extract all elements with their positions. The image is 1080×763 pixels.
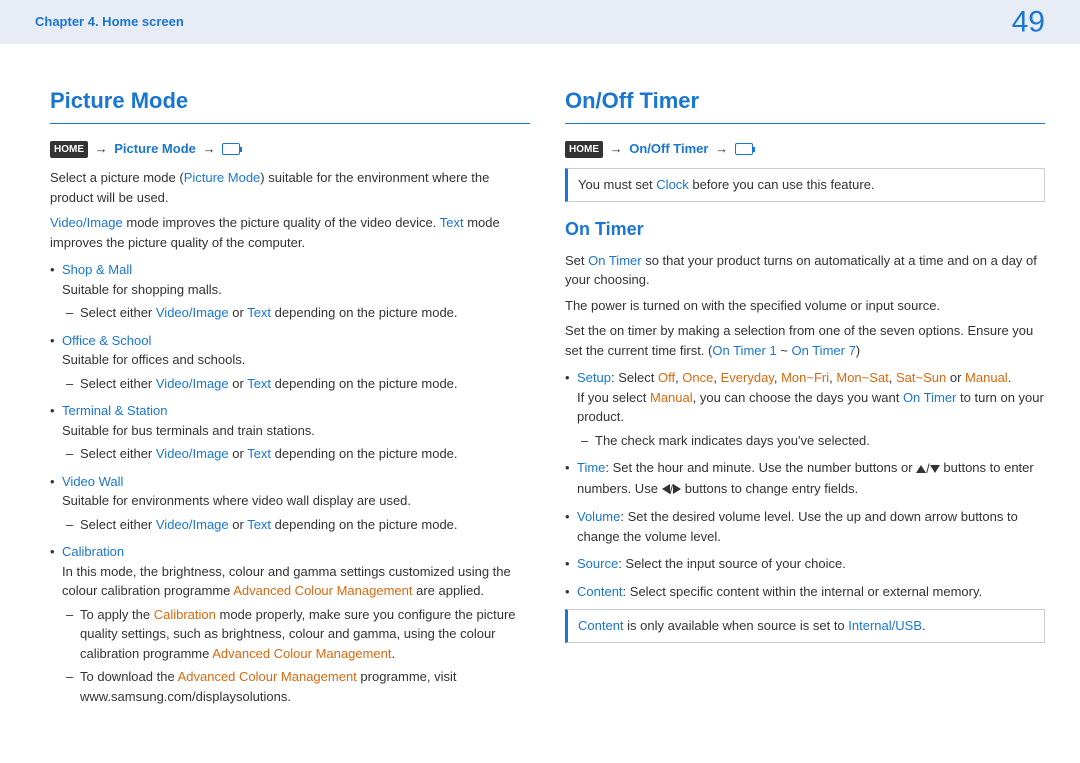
mode-calibration: Calibration In this mode, the brightness…: [62, 542, 530, 706]
picture-mode-nav: HOME → Picture Mode →: [50, 139, 530, 159]
clock-note: You must set Clock before you can use th…: [565, 168, 1045, 202]
home-icon: HOME: [50, 141, 88, 158]
onoff-timer-nav: HOME → On/Off Timer →: [565, 139, 1045, 159]
timer-time: Time: Set the hour and minute. Use the n…: [577, 458, 1045, 499]
mode-shop-mall-note: Select either Video/Image or Text depend…: [80, 303, 530, 323]
left-right-icon: /: [662, 480, 682, 500]
mode-terminal-note: Select either Video/Image or Text depend…: [80, 444, 530, 464]
right-column: On/Off Timer HOME → On/Off Timer → You m…: [565, 84, 1045, 707]
picture-mode-intro: Select a picture mode (Picture Mode) sui…: [50, 168, 530, 207]
on-timer-intro: Set On Timer so that your product turns …: [565, 251, 1045, 290]
mode-videowall-note: Select either Video/Image or Text depend…: [80, 515, 530, 535]
timer-options: Setup: Select Off, Once, Everyday, Mon~F…: [565, 368, 1045, 601]
enter-icon: [222, 143, 240, 155]
page-header: Chapter 4. Home screen 49: [0, 0, 1080, 44]
mode-office-note: Select either Video/Image or Text depend…: [80, 374, 530, 394]
enter-icon: [735, 143, 753, 155]
onoff-timer-heading: On/Off Timer: [565, 84, 1045, 124]
nav-picture-mode: Picture Mode: [114, 141, 196, 156]
calibration-apply-note: To apply the Calibration mode properly, …: [80, 605, 530, 664]
calibration-desc: In this mode, the brightness, colour and…: [62, 562, 530, 601]
on-timer-range: Set the on timer by making a selection f…: [565, 321, 1045, 360]
chapter-label: Chapter 4. Home screen: [35, 14, 184, 29]
arrow-icon: →: [203, 141, 216, 156]
timer-setup: Setup: Select Off, Once, Everyday, Mon~F…: [577, 368, 1045, 450]
arrow-icon: →: [715, 141, 728, 156]
mode-video-wall: Video Wall Suitable for environments whe…: [62, 472, 530, 535]
picture-mode-heading: Picture Mode: [50, 84, 530, 124]
page-number: 49: [1012, 0, 1045, 44]
timer-content: Content: Select specific content within …: [577, 582, 1045, 602]
up-down-icon: /: [916, 459, 940, 479]
content-area: Picture Mode HOME → Picture Mode → Selec…: [0, 44, 1080, 727]
arrow-icon: →: [610, 141, 623, 156]
mode-shop-mall: Shop & Mall Suitable for shopping malls.…: [62, 260, 530, 323]
calibration-download-note: To download the Advanced Colour Manageme…: [80, 667, 530, 706]
picture-mode-desc: Video/Image mode improves the picture qu…: [50, 213, 530, 252]
timer-setup-check: The check mark indicates days you've sel…: [595, 431, 1045, 451]
on-timer-subheading: On Timer: [565, 216, 1045, 243]
home-icon: HOME: [565, 141, 603, 158]
left-column: Picture Mode HOME → Picture Mode → Selec…: [50, 84, 530, 707]
timer-volume: Volume: Set the desired volume level. Us…: [577, 507, 1045, 546]
mode-office-school: Office & School Suitable for offices and…: [62, 331, 530, 394]
timer-setup-manual: If you select Manual, you can choose the…: [577, 388, 1045, 427]
arrow-icon: →: [95, 141, 108, 156]
mode-list: Shop & Mall Suitable for shopping malls.…: [50, 260, 530, 706]
on-timer-power: The power is turned on with the specifie…: [565, 296, 1045, 316]
content-note: Content is only available when source is…: [565, 609, 1045, 643]
mode-terminal-station: Terminal & Station Suitable for bus term…: [62, 401, 530, 464]
timer-source: Source: Select the input source of your …: [577, 554, 1045, 574]
nav-onoff-timer: On/Off Timer: [629, 141, 708, 156]
